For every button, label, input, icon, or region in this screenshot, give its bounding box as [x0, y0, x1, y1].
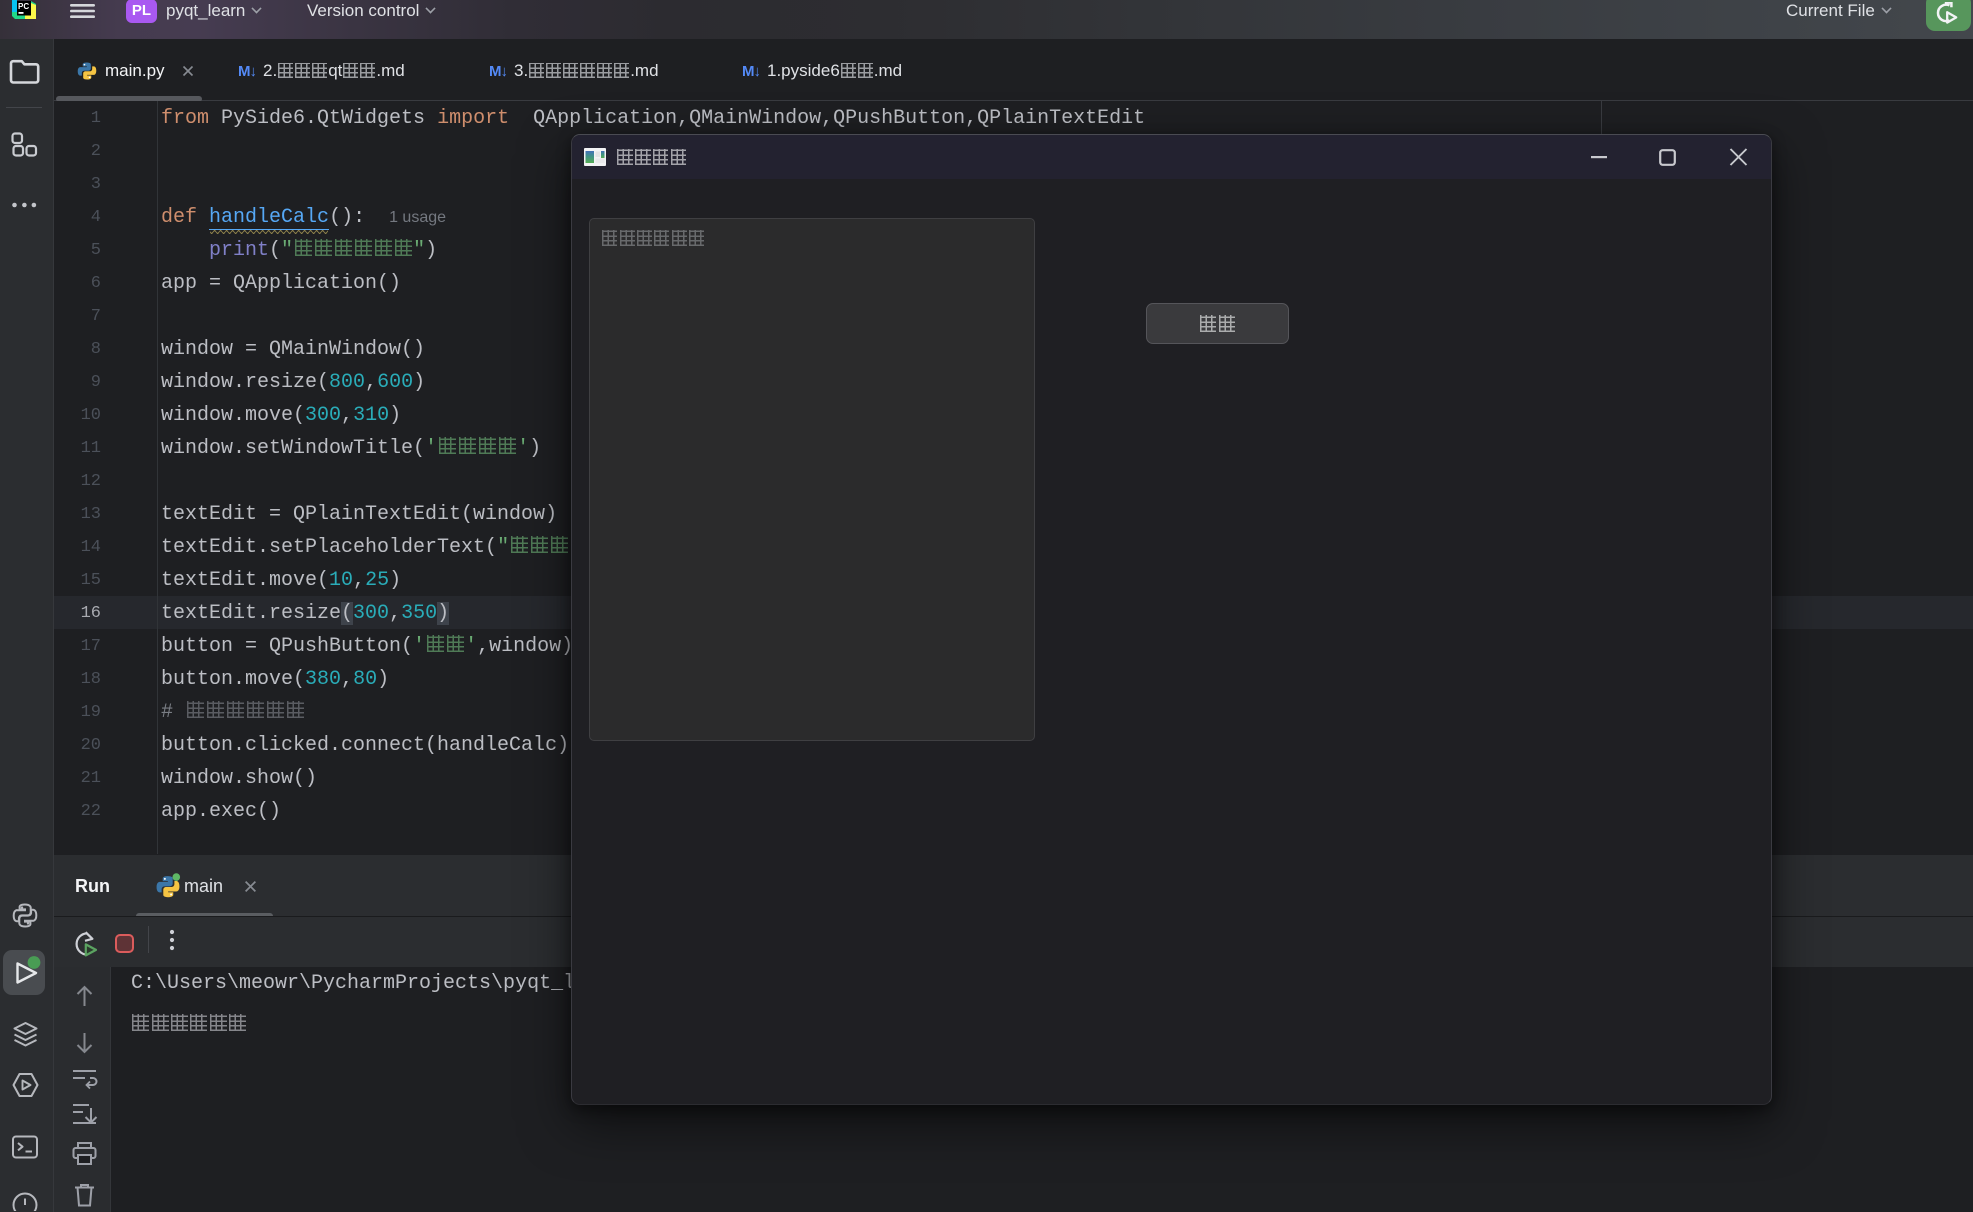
svg-text:PC: PC	[18, 2, 29, 11]
